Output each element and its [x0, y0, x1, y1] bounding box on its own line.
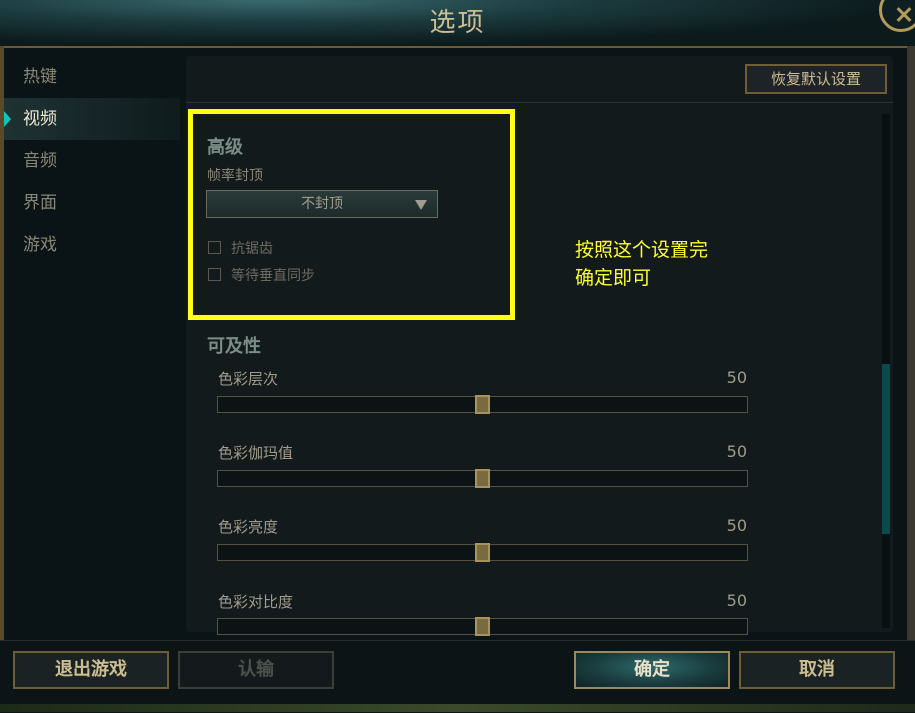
frame-right-border	[907, 46, 915, 640]
color-gamma-label: 色彩伽玛值	[218, 444, 294, 462]
window-title: 选项	[429, 8, 486, 38]
slider-handle[interactable]	[474, 469, 490, 488]
scrollbar-thumb[interactable]	[882, 364, 890, 534]
color-levels-label: 色彩层次	[218, 370, 279, 388]
footer-bar: 退出游戏 认输 确定 取消	[0, 640, 915, 713]
color-gamma-slider[interactable]	[217, 469, 748, 488]
sidebar: 热键 视频 音频 界面 游戏	[4, 56, 180, 266]
reset-defaults-button[interactable]: 恢复默认设置	[745, 64, 887, 94]
window-title-bar: 选项	[0, 0, 915, 48]
slider-handle[interactable]	[474, 395, 490, 414]
sidebar-item-hotkeys[interactable]: 热键	[4, 56, 180, 98]
sidebar-item-video[interactable]: 视频	[4, 98, 180, 140]
accessibility-section-title: 可及性	[207, 336, 261, 357]
scrollbar[interactable]	[882, 114, 890, 628]
color-contrast-value: 50	[726, 591, 747, 610]
surrender-button[interactable]: 认输	[178, 651, 334, 689]
panel-header: 恢复默认设置	[186, 56, 893, 103]
slider-handle[interactable]	[474, 617, 490, 636]
annotation-line-2: 确定即可	[575, 267, 652, 289]
ok-button[interactable]: 确定	[574, 651, 730, 689]
sidebar-item-audio[interactable]: 音频	[4, 140, 180, 182]
slider-handle[interactable]	[474, 543, 490, 562]
color-contrast-label: 色彩对比度	[218, 593, 294, 611]
annotation-text: 按照这个设置完 确定即可	[575, 236, 708, 292]
exit-game-button[interactable]: 退出游戏	[13, 651, 169, 689]
bottom-decor-strip	[0, 704, 915, 712]
cancel-button[interactable]: 取消	[739, 651, 895, 689]
sidebar-item-interface[interactable]: 界面	[4, 182, 180, 224]
color-contrast-slider[interactable]	[217, 617, 748, 636]
color-levels-slider[interactable]	[217, 395, 748, 414]
sidebar-item-game[interactable]: 游戏	[4, 224, 180, 266]
color-brightness-label: 色彩亮度	[218, 518, 279, 536]
color-brightness-slider[interactable]	[217, 543, 748, 562]
color-brightness-value: 50	[726, 516, 747, 535]
color-levels-value: 50	[726, 368, 747, 387]
annotation-line-1: 按照这个设置完	[575, 239, 709, 261]
annotation-highlight-box	[188, 109, 515, 320]
color-gamma-value: 50	[726, 442, 747, 461]
